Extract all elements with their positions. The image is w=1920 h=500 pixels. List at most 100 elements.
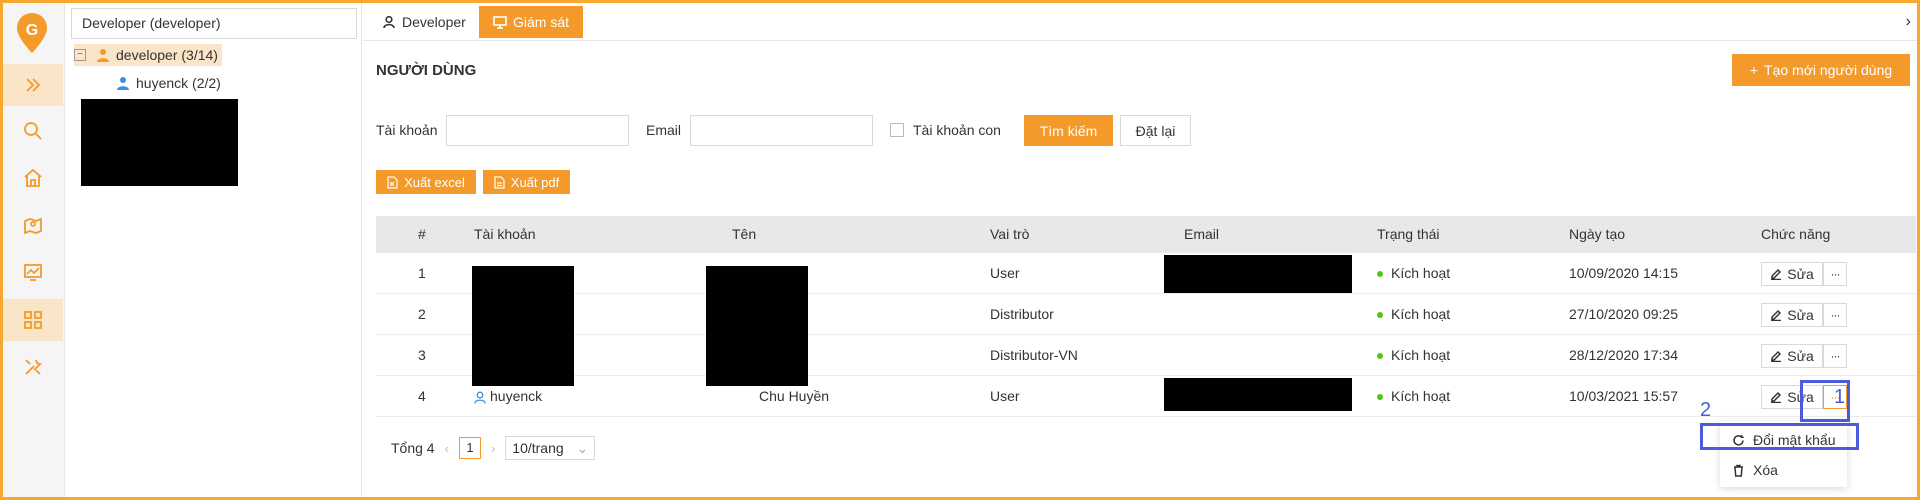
tree-node-huyenck[interactable]: huyenck (2/2): [115, 72, 221, 94]
more-actions-button[interactable]: ···: [1823, 262, 1847, 286]
monitor-chart-icon[interactable]: [3, 251, 63, 293]
menu-label: Xóa: [1753, 462, 1778, 478]
delete-item[interactable]: Xóa: [1720, 455, 1847, 485]
excel-file-icon: [387, 175, 398, 189]
create-user-button[interactable]: + Tạo mới người dùng: [1732, 54, 1910, 86]
row-index: 3: [418, 347, 426, 363]
pencil-icon: [1771, 309, 1782, 321]
sub-account-checkbox[interactable]: [890, 123, 904, 137]
page-title: NGƯỜI DÙNG: [376, 62, 477, 79]
col-email: Email: [1184, 226, 1220, 242]
col-index: #: [418, 226, 426, 242]
more-actions-button[interactable]: ···: [1823, 303, 1847, 327]
table-header: # Tài khoản Tên Vai trò Email Trạng thái…: [376, 216, 1916, 253]
pencil-icon: [1771, 350, 1782, 362]
table-row: 2 Distributor Kích hoạt 27/10/2020 09:25…: [376, 294, 1916, 335]
tab-label: Giám sát: [513, 14, 570, 30]
tree-node-label: huyenck (2/2): [136, 75, 221, 91]
user-group-icon: [97, 49, 109, 62]
account-text: huyenck: [490, 388, 543, 404]
chevron-down-icon: ⌄: [576, 440, 589, 456]
plus-icon: +: [1749, 62, 1759, 78]
tools-icon[interactable]: [3, 346, 63, 388]
users-table: # Tài khoản Tên Vai trò Email Trạng thái…: [376, 216, 1916, 417]
highlight-step-2: [1700, 423, 1859, 450]
tree-node-label: developer (3/14): [116, 47, 218, 63]
table-row: 1 User Kích hoạt 10/09/2020 14:15 Sửa ··…: [376, 253, 1916, 294]
collapse-icon[interactable]: −: [74, 49, 86, 61]
pdf-file-icon: [494, 175, 505, 189]
account-input[interactable]: [446, 115, 629, 146]
search-icon[interactable]: [3, 110, 63, 152]
tab-developer[interactable]: Developer: [368, 6, 480, 38]
page-size-select[interactable]: 10/trang ⌄: [505, 436, 596, 460]
col-name: Tên: [732, 226, 757, 242]
email-input[interactable]: [690, 115, 873, 146]
tree-node-developer[interactable]: − developer (3/14): [74, 44, 222, 66]
monitor-icon: [493, 16, 507, 29]
more-actions-button[interactable]: ···: [1823, 344, 1847, 368]
pencil-icon: [1771, 391, 1782, 403]
button-label: Sửa: [1787, 266, 1814, 282]
tab-label: Developer: [402, 14, 466, 30]
button-label: Sửa: [1787, 348, 1814, 364]
home-icon[interactable]: [3, 157, 63, 199]
chevron-right-icon[interactable]: ›: [1906, 13, 1911, 31]
redacted-block: [706, 266, 808, 386]
tab-bar: Developer Giám sát ›: [363, 3, 1917, 41]
expand-nav-icon[interactable]: [3, 64, 63, 106]
button-label: Xuất pdf: [510, 174, 560, 190]
next-page-icon[interactable]: ›: [491, 441, 495, 456]
map-icon[interactable]: [3, 204, 63, 246]
left-nav: G: [3, 3, 65, 497]
edit-button[interactable]: Sửa: [1761, 262, 1823, 286]
redacted-block: [1164, 255, 1352, 293]
row-role: Distributor-VN: [990, 347, 1078, 363]
edit-button[interactable]: Sửa: [1761, 344, 1823, 368]
reset-button[interactable]: Đặt lại: [1120, 115, 1191, 146]
row-index: 1: [418, 265, 426, 281]
row-status: Kích hoạt: [1377, 253, 1450, 294]
row-created: 10/09/2020 14:15: [1569, 265, 1678, 281]
main-content: Developer Giám sát › NGƯỜI DÙNG + Tạo mớ…: [363, 3, 1917, 497]
account-label: Tài khoản: [376, 122, 438, 138]
redacted-block: [472, 266, 574, 386]
row-created: 10/03/2021 15:57: [1569, 388, 1678, 404]
tab-monitor[interactable]: Giám sát: [479, 6, 584, 38]
export-excel-button[interactable]: Xuất excel: [376, 170, 476, 194]
col-role: Vai trò: [990, 226, 1030, 242]
row-role: User: [990, 388, 1020, 404]
email-label: Email: [646, 122, 682, 138]
step-1-label: 1: [1834, 386, 1846, 408]
export-pdf-button[interactable]: Xuất pdf: [483, 170, 570, 194]
pagination: Tổng 4 ‹ 1 › 10/trang ⌄: [391, 436, 596, 460]
row-role: Distributor: [990, 306, 1054, 322]
status-text: Kích hoạt: [1391, 265, 1451, 281]
button-label: Sửa: [1787, 307, 1814, 323]
col-account: Tài khoản: [474, 226, 536, 242]
table-row: 3 Distributor-VN Kích hoạt 28/12/2020 17…: [376, 335, 1916, 376]
page-number[interactable]: 1: [458, 437, 481, 459]
prev-page-icon[interactable]: ‹: [445, 441, 449, 456]
status-dot: [1377, 353, 1383, 360]
edit-button[interactable]: Sửa: [1761, 303, 1823, 327]
search-button[interactable]: Tìm kiếm: [1024, 115, 1113, 146]
status-dot: [1377, 394, 1383, 401]
button-label: Tạo mới người dùng: [1764, 62, 1893, 78]
pencil-icon: [1771, 268, 1782, 280]
step-2-label: 2: [1700, 399, 1712, 421]
status-text: Kích hoạt: [1391, 347, 1451, 363]
dashboard-icon[interactable]: [3, 299, 63, 341]
tree-search-input[interactable]: Developer (developer): [71, 8, 357, 39]
sub-account-label: Tài khoản con: [913, 122, 1001, 138]
page-size-value: 10/trang: [512, 440, 564, 456]
row-index: 4: [418, 388, 426, 404]
row-index: 2: [418, 306, 426, 322]
logo-icon: G: [17, 13, 47, 53]
row-status: Kích hoạt: [1377, 335, 1450, 376]
row-status: Kích hoạt: [1377, 376, 1450, 417]
user-tree-panel: Developer (developer) − developer (3/14)…: [65, 3, 362, 497]
col-status: Trạng thái: [1377, 226, 1440, 242]
user-icon: [383, 15, 395, 29]
col-created: Ngày tạo: [1569, 226, 1626, 242]
